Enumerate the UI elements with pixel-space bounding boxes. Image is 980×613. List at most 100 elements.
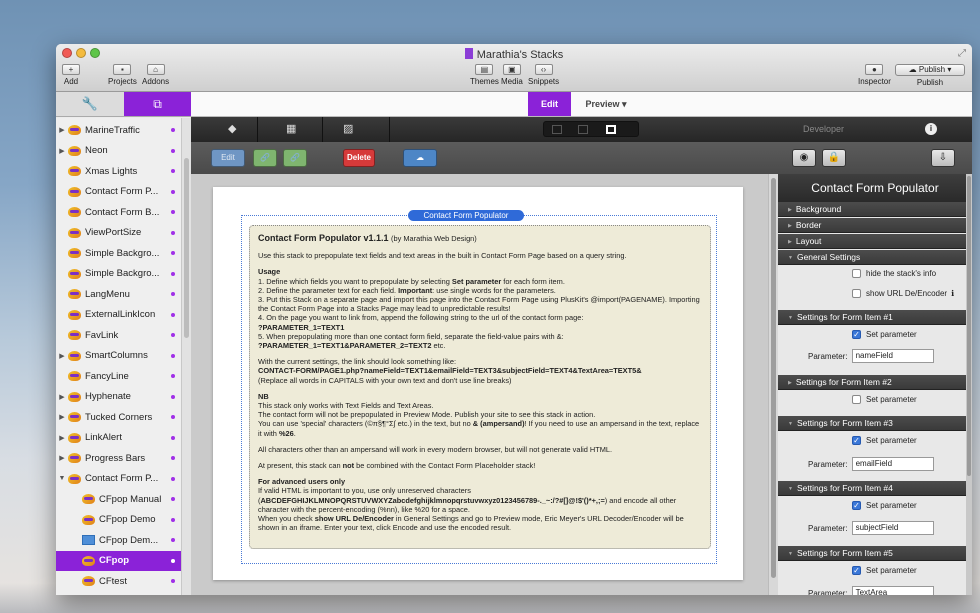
sidebar-item[interactable]: ▶ Tucked Corners xyxy=(56,407,181,427)
sidebar-item[interactable]: ▶ LinkAlert xyxy=(56,428,181,448)
stack-container[interactable]: Contact Form Populator Contact Form Popu… xyxy=(241,210,717,564)
status-dot xyxy=(171,435,175,440)
add-button[interactable]: + Add xyxy=(62,64,80,86)
param-input-3[interactable]: emailField xyxy=(851,457,934,471)
sidebar-item[interactable]: ▶ MarineTraffic xyxy=(56,120,181,140)
sidebar-item[interactable]: ▶ SmartColumns xyxy=(56,346,181,366)
param-input-5[interactable]: TextArea xyxy=(851,586,934,595)
snippets-button[interactable]: ‹› Snippets xyxy=(528,64,559,86)
publish-control[interactable]: ☁ Publish ▾ xyxy=(895,64,965,76)
themes-button[interactable]: ▤ Themes xyxy=(470,64,499,86)
set-param-checkbox-2[interactable] xyxy=(852,395,861,404)
sidebar-item[interactable]: LangMenu xyxy=(56,284,181,304)
sidebar-item[interactable]: Simple Backgro... xyxy=(56,243,181,263)
edit-stack-button[interactable]: Edit xyxy=(211,149,245,167)
section-form-item-2[interactable]: Settings for Form Item #2 xyxy=(778,375,972,390)
set-param-label: Set parameter xyxy=(866,330,917,339)
stack-tag[interactable]: Contact Form Populator xyxy=(408,210,524,221)
sidebar-item[interactable]: CFpop xyxy=(56,550,181,571)
stack-pages-icon[interactable]: ⧉ xyxy=(124,92,191,116)
disclosure-triangle-icon[interactable]: ▶ xyxy=(56,352,68,360)
info-icon[interactable]: ℹ xyxy=(951,289,954,298)
image-icon[interactable]: ▨ xyxy=(343,122,353,135)
section-background[interactable]: Background xyxy=(778,202,972,217)
media-button[interactable]: ▣ Media xyxy=(501,64,523,86)
nb-title: NB xyxy=(258,391,269,401)
param-input-1[interactable]: nameField xyxy=(851,349,934,363)
status-dot xyxy=(171,538,175,542)
sidebar-item[interactable]: ▶ Progress Bars xyxy=(56,448,181,468)
unlink-icon[interactable]: 🔗 xyxy=(283,149,307,167)
set-param-checkbox-5[interactable]: ✓ xyxy=(852,566,861,575)
fullscreen-icon[interactable]: ⤢ xyxy=(958,48,966,59)
sidebar-item[interactable]: CFtest xyxy=(56,571,181,591)
sidebar-item[interactable]: ▶ Hyphenate xyxy=(56,387,181,407)
disclosure-triangle-icon[interactable]: ▶ xyxy=(56,454,68,462)
cloud-icon[interactable]: ☁ xyxy=(403,149,437,167)
section-layout[interactable]: Layout xyxy=(778,234,972,249)
sidebar-item[interactable]: ▶ Neon xyxy=(56,141,181,161)
disclosure-triangle-icon[interactable]: ▶ xyxy=(56,393,68,401)
inspector-scroll-thumb[interactable] xyxy=(967,176,971,476)
current-link-block: With the current settings, the link shou… xyxy=(258,357,702,385)
medium-view-icon[interactable] xyxy=(578,125,588,134)
disclosure-triangle-icon[interactable]: ▶ xyxy=(56,147,68,155)
publish-button[interactable]: ☁ Publish ▾ Publish xyxy=(895,64,965,87)
sidebar-item[interactable]: FancyLine xyxy=(56,366,181,386)
section-form-item-5[interactable]: Settings for Form Item #5 xyxy=(778,546,972,561)
stack-icon xyxy=(68,207,81,217)
lock-icon[interactable]: 🔒 xyxy=(822,149,846,167)
sidebar-item[interactable]: ViewPortSize xyxy=(56,223,181,243)
download-icon[interactable]: ⇩ xyxy=(931,149,955,167)
disclosure-triangle-icon[interactable]: ▶ xyxy=(56,413,68,421)
inspector-scrollbar[interactable] xyxy=(966,174,972,595)
delete-button[interactable]: Delete xyxy=(343,149,375,167)
projects-button[interactable]: ▪ Projects xyxy=(108,64,137,86)
tab-preview[interactable]: Preview ▾ xyxy=(576,92,636,116)
eye-icon[interactable]: ◉ xyxy=(792,149,816,167)
sidebar-item[interactable]: ExternalLinkIcon xyxy=(56,305,181,325)
stack-heading-wrap: Contact Form Populator v1.1.1 (by Marath… xyxy=(258,233,702,243)
section-form-item-3[interactable]: Settings for Form Item #3 xyxy=(778,416,972,431)
set-param-checkbox-4[interactable]: ✓ xyxy=(852,501,861,510)
inspector-button[interactable]: ● Inspector xyxy=(858,64,891,86)
sidebar-scrollbar[interactable] xyxy=(181,118,191,595)
link-icon[interactable]: 🔗 xyxy=(253,149,277,167)
sidebar-item[interactable]: Simple Backgro... xyxy=(56,264,181,284)
canvas-scroll-thumb[interactable] xyxy=(771,178,776,578)
sidebar-item[interactable]: Contact Form P... xyxy=(56,182,181,202)
cube-icon[interactable]: ◆ xyxy=(228,122,236,135)
sidebar-item[interactable]: CFpop Demo xyxy=(56,510,181,530)
disclosure-triangle-icon[interactable]: ▶ xyxy=(56,126,68,134)
status-dot xyxy=(171,210,175,214)
show-url-checkbox[interactable] xyxy=(852,289,861,298)
small-view-icon[interactable] xyxy=(552,125,562,134)
section-form-item-4[interactable]: Settings for Form Item #4 xyxy=(778,481,972,496)
canvas-scrollbar[interactable] xyxy=(768,174,778,595)
section-general-settings[interactable]: General Settings xyxy=(778,250,972,265)
sidebar-item[interactable]: FavLink xyxy=(56,325,181,345)
disclosure-triangle-icon[interactable]: ▶ xyxy=(56,434,68,442)
param-input-4[interactable]: subjectField xyxy=(851,521,934,535)
layout-icon[interactable]: ▦ xyxy=(286,122,296,135)
sidebar-scroll-thumb[interactable] xyxy=(184,158,189,338)
set-param-checkbox-1[interactable]: ✓ xyxy=(852,330,861,339)
sidebar-item[interactable]: ▼ Contact Form P... xyxy=(56,469,181,489)
tab-edit[interactable]: Edit xyxy=(528,92,571,116)
addons-button[interactable]: ⌂ Addons xyxy=(142,64,169,86)
set-param-checkbox-3[interactable]: ✓ xyxy=(852,436,861,445)
hide-info-checkbox[interactable] xyxy=(852,269,861,278)
info-icon[interactable]: i xyxy=(925,123,937,135)
sidebar-item-label: Contact Form P... xyxy=(85,473,159,484)
current-intro: With the current settings, the link shou… xyxy=(258,357,457,367)
section-border[interactable]: Border xyxy=(778,218,972,233)
sidebar-item[interactable]: CFpop Manual xyxy=(56,489,181,509)
disclosure-triangle-icon[interactable]: ▼ xyxy=(56,475,68,482)
sidebar-item[interactable]: Contact Form B... xyxy=(56,202,181,222)
sidebar-item[interactable]: CFpop Dem... xyxy=(56,530,181,550)
large-view-icon[interactable] xyxy=(606,125,616,134)
section-form-item-1[interactable]: Settings for Form Item #1 xyxy=(778,310,972,325)
view-size-segmented[interactable] xyxy=(543,121,639,137)
wrench-icon[interactable]: 🔧 xyxy=(56,92,124,116)
sidebar-item[interactable]: Xmas Lights xyxy=(56,161,181,181)
